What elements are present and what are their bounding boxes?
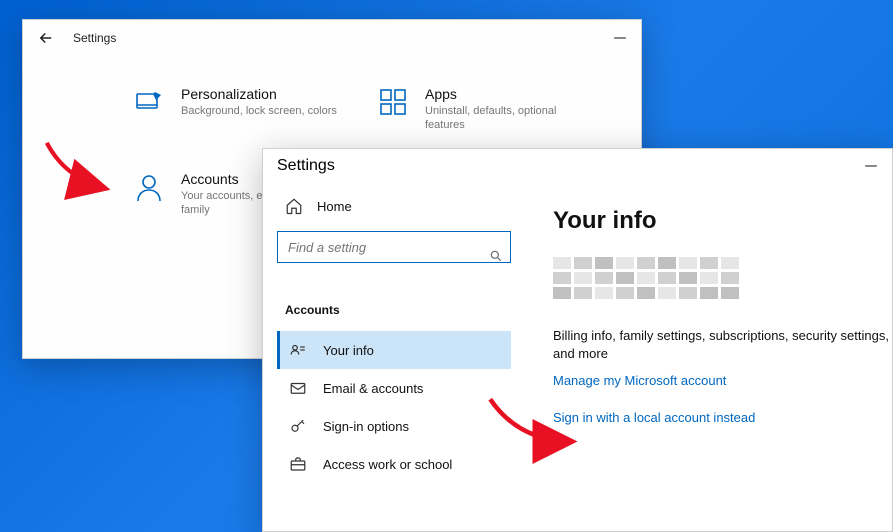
window-controls — [613, 31, 627, 45]
titlebar: Settings — [263, 149, 892, 183]
setting-text: Apps Uninstall, defaults, optional featu… — [425, 86, 595, 133]
settings-accounts-window: Settings Home Accounts — [262, 148, 893, 532]
window-body: Home Accounts Your info Email & account — [263, 183, 892, 531]
sidebar-item-email-accounts[interactable]: Email & accounts — [277, 369, 511, 407]
redacted-user-info — [553, 257, 892, 299]
content-pane: Your info Billing info, family settings,… — [525, 183, 892, 531]
setting-item-apps[interactable]: Apps Uninstall, defaults, optional featu… — [377, 86, 601, 133]
minimize-icon[interactable] — [613, 31, 627, 45]
setting-label: Personalization — [181, 86, 337, 102]
back-arrow-icon[interactable] — [37, 29, 55, 47]
sidebar-item-label: Sign-in options — [323, 419, 409, 434]
window-title: Settings — [277, 157, 335, 175]
sidebar-home[interactable]: Home — [277, 189, 511, 223]
titlebar: Settings — [23, 20, 641, 56]
setting-desc: Background, lock screen, colors — [181, 104, 337, 118]
sidebar: Home Accounts Your info Email & account — [263, 183, 525, 531]
sidebar-item-signin-options[interactable]: Sign-in options — [277, 407, 511, 445]
personalization-icon — [133, 86, 165, 118]
search-wrap — [277, 231, 511, 281]
window-controls — [864, 159, 878, 173]
setting-desc: Uninstall, defaults, optional features — [425, 104, 595, 133]
key-icon — [289, 417, 307, 435]
setting-item-personalization[interactable]: Personalization Background, lock screen,… — [133, 86, 357, 133]
sidebar-item-label: Access work or school — [323, 457, 452, 472]
info-text: Billing info, family settings, subscript… — [553, 327, 892, 363]
search-icon — [489, 249, 503, 263]
sidebar-item-your-info[interactable]: Your info — [277, 331, 511, 369]
manage-microsoft-account-link[interactable]: Manage my Microsoft account — [553, 373, 892, 388]
sidebar-heading: Accounts — [277, 299, 511, 331]
sidebar-home-label: Home — [317, 199, 352, 214]
local-account-link[interactable]: Sign in with a local account instead — [553, 410, 892, 425]
briefcase-icon — [289, 455, 307, 473]
window-title: Settings — [73, 31, 116, 45]
sidebar-item-label: Your info — [323, 343, 374, 358]
person-card-icon — [289, 341, 307, 359]
sidebar-item-work-school[interactable]: Access work or school — [277, 445, 511, 483]
setting-label: Apps — [425, 86, 595, 102]
apps-icon — [377, 86, 409, 118]
minimize-icon[interactable] — [864, 159, 878, 173]
watermark: UGETFIX — [794, 503, 879, 524]
search-input[interactable] — [277, 231, 511, 263]
mail-icon — [289, 379, 307, 397]
accounts-icon — [133, 171, 165, 203]
home-icon — [285, 197, 303, 215]
page-title: Your info — [553, 207, 892, 235]
sidebar-item-label: Email & accounts — [323, 381, 423, 396]
setting-text: Personalization Background, lock screen,… — [181, 86, 337, 118]
